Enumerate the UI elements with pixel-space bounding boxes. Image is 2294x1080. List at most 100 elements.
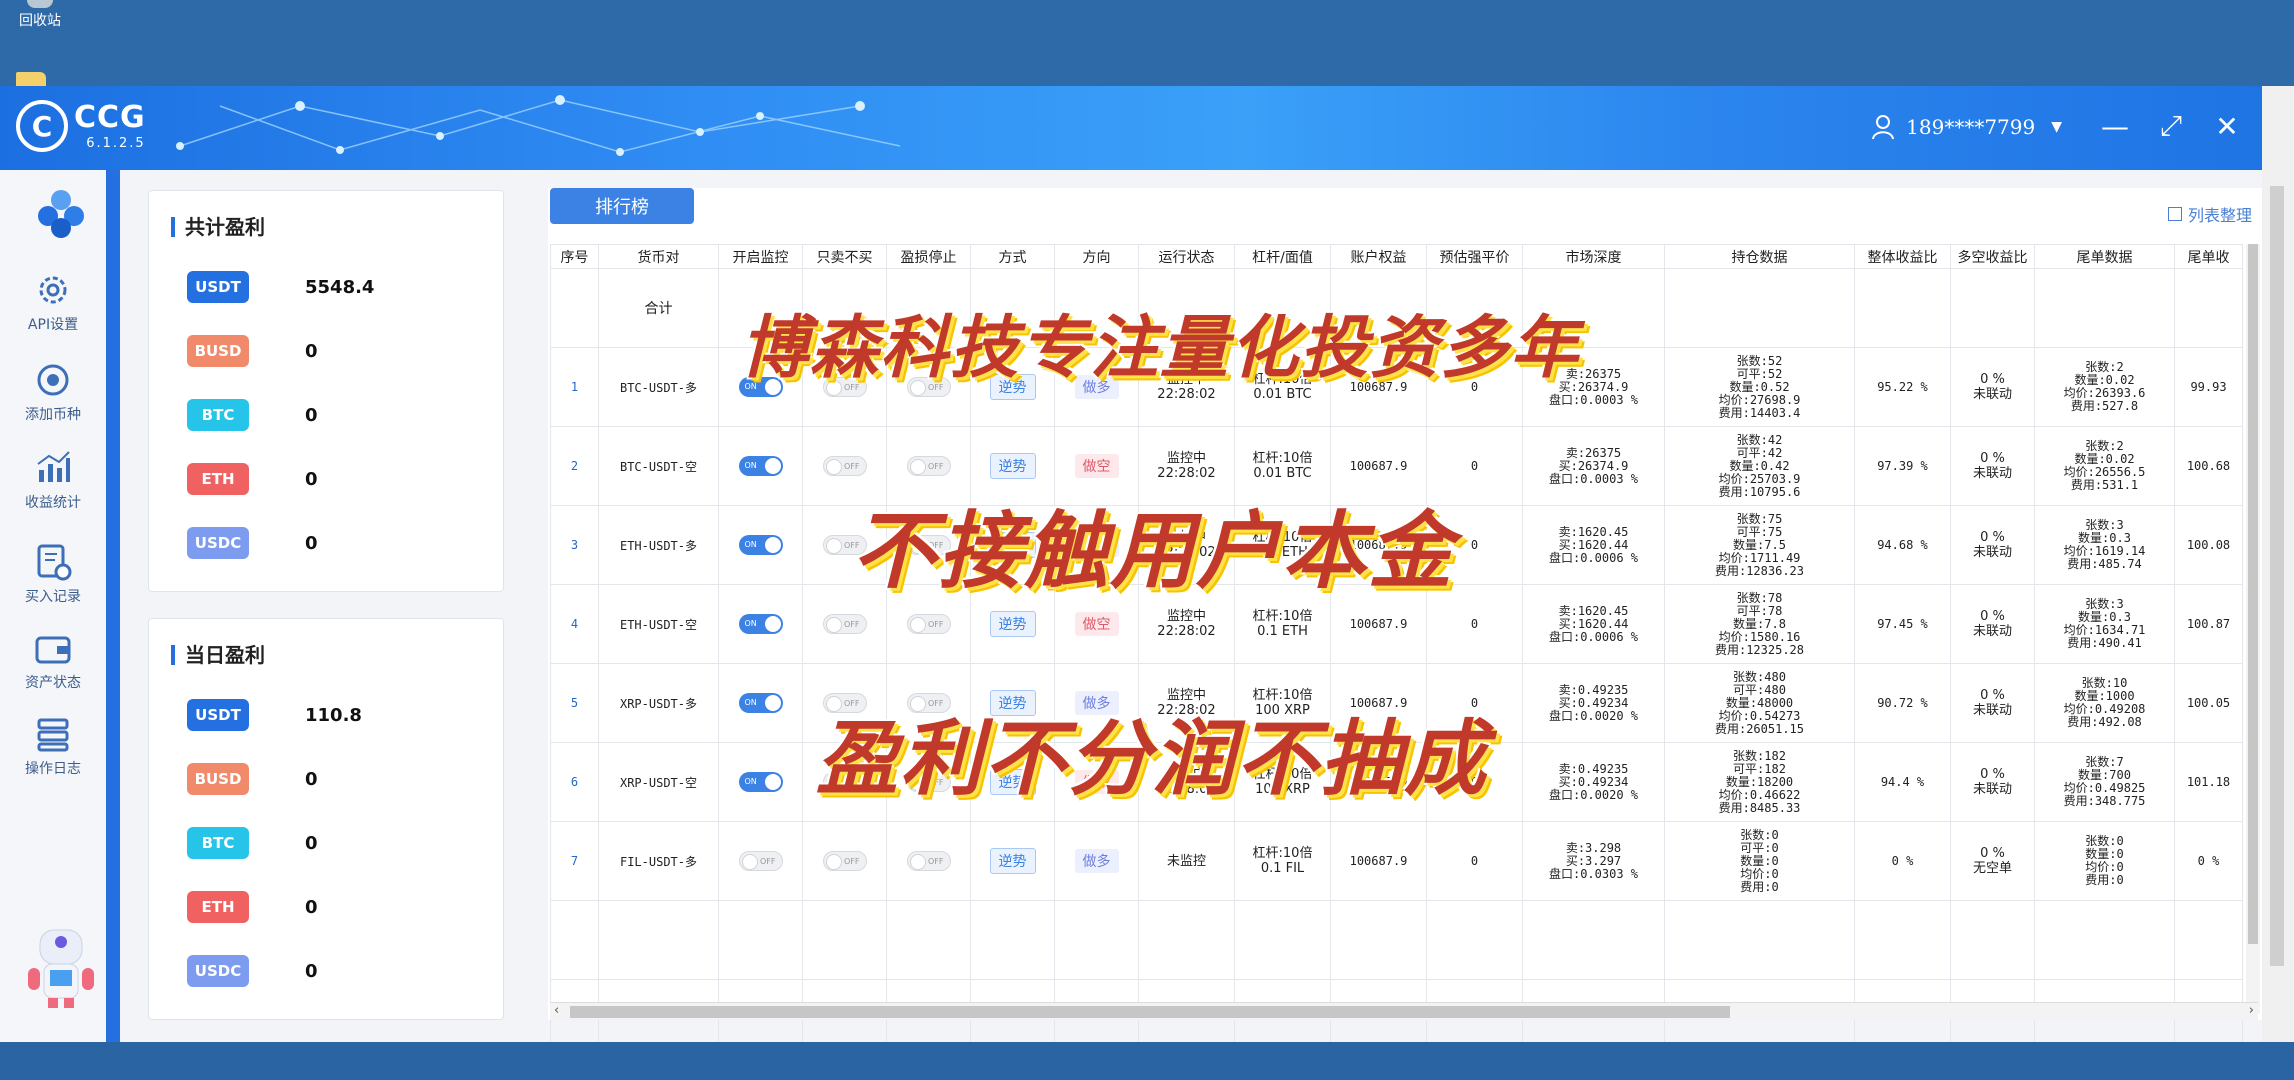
monitor-toggle[interactable]: ON <box>738 456 783 476</box>
position-cell: 张数:182 可平:182 数量:18200 均价:0.46622 费用:8485.33 <box>1664 742 1855 822</box>
stop-loss-toggle[interactable]: OFF <box>906 851 951 871</box>
horizontal-scroll-thumb[interactable] <box>570 1006 1730 1018</box>
outer-scroll-thumb[interactable] <box>2270 186 2284 966</box>
direction-tag[interactable]: 做空 <box>1074 612 1119 636</box>
tail-return-cell: 100.08 <box>2174 505 2243 585</box>
daily-profit-title: 当日盈利 <box>171 645 265 665</box>
daily-profit-panel: 当日盈利 USDT 110.8 BUSD 0 BTC 0 ETH 0 USDC … <box>148 618 504 1020</box>
vertical-scroll-thumb[interactable] <box>2248 244 2258 944</box>
ranking-button[interactable]: 排行榜 <box>550 188 694 224</box>
column-header: 尾单收 <box>2174 244 2243 269</box>
column-header: 开启监控 <box>718 244 803 269</box>
run-status: 未监控 <box>1140 854 1234 869</box>
pair-cell: BTC-USDT-多 <box>598 347 719 427</box>
stop-loss-toggle[interactable]: OFF <box>906 614 951 634</box>
leverage-line: 0.1 FIL <box>1260 861 1305 876</box>
long-short-line: 未联动 <box>1972 782 2012 797</box>
coin-value: 0 <box>305 404 318 426</box>
minimize-button[interactable]: — <box>2100 108 2130 144</box>
total-row-usdc: USDC 0 <box>187 527 318 559</box>
position-data-line: 张数:52 <box>1736 353 1783 368</box>
monitor-toggle-cell: OFF <box>718 821 803 901</box>
depth-cell: 卖:0.49235 买:0.49234 盘口:0.0020 % <box>1522 742 1665 822</box>
user-menu[interactable]: 189****7799 ▼ <box>1872 114 2062 140</box>
market-depth-line: 盘口:0.0303 % <box>1548 866 1639 881</box>
coin-pill-usdt: USDT <box>187 271 249 303</box>
monitor-toggle[interactable]: OFF <box>738 851 783 871</box>
direction-tag[interactable]: 做多 <box>1074 849 1119 873</box>
close-button[interactable]: ✕ <box>2212 108 2242 144</box>
vertical-scrollbar[interactable] <box>2246 244 2260 1014</box>
coin-pill-usdc: USDC <box>187 955 249 987</box>
sell-only-toggle[interactable]: OFF <box>822 614 867 634</box>
nav-profit-stats[interactable]: 收益统计 <box>0 448 106 512</box>
long-short-line: 未联动 <box>1972 387 2012 402</box>
brand-flower-icon <box>38 190 84 238</box>
recycle-bin-icon[interactable]: 回收站 <box>10 0 70 30</box>
user-icon <box>1872 115 1895 140</box>
tail-data-line: 费用:492.08 <box>2067 715 2142 729</box>
column-header: 账户权益 <box>1330 244 1427 269</box>
position-data-line: 数量:18200 <box>1725 774 1794 789</box>
sell-only-toggle[interactable]: OFF <box>822 456 867 476</box>
position-data-line: 费用:14403.4 <box>1718 405 1801 420</box>
daily-row-eth: ETH 0 <box>187 891 318 923</box>
sell-only-toggle[interactable]: OFF <box>822 851 867 871</box>
stop-loss-toggle[interactable]: OFF <box>906 456 951 476</box>
market-depth-line: 买:26374.9 <box>1558 458 1629 473</box>
nav-api-settings[interactable]: API设置 <box>0 270 106 334</box>
seq-cell: 5 <box>550 663 599 743</box>
monitor-toggle[interactable]: ON <box>738 693 783 713</box>
list-organize-button[interactable]: 列表整理 <box>2167 202 2252 226</box>
coin-target-icon <box>37 364 69 396</box>
mode-tag[interactable]: 逆势 <box>989 848 1036 874</box>
leverage-line: 0.1 ETH <box>1257 624 1308 639</box>
coin-value: 0 <box>305 532 318 554</box>
long-short: 0 % 未联动 <box>1952 451 2034 481</box>
nav-asset-status[interactable]: 资产状态 <box>0 628 106 692</box>
tail-cell: 张数:3 数量:0.3 均价:1634.71 费用:490.41 <box>2034 584 2175 664</box>
nav-label: 收益统计 <box>25 495 81 511</box>
horizontal-scrollbar[interactable]: ‹ › <box>550 1002 2258 1020</box>
position-cell: 张数:480 可平:480 数量:48000 均价:0.54273 费用:26051.1… <box>1664 663 1855 743</box>
tail-return-cell: 0 % <box>2174 821 2243 901</box>
long-short-cell: 0 % 无空单 <box>1950 821 2035 901</box>
pair-cell: XRP-USDT-多 <box>598 663 719 743</box>
tail-data-line: 费用:348.775 <box>2063 794 2146 808</box>
tail-data: 张数:2 数量:0.02 均价:26393.6 费用:527.8 <box>2036 361 2174 413</box>
nav-operation-log[interactable]: 操作日志 <box>0 714 106 778</box>
robot-mascot-icon <box>28 929 94 1008</box>
market-depth-line: 买:1620.44 <box>1558 616 1629 631</box>
long-short-line: 0 % <box>1980 846 2005 861</box>
monitor-toggle[interactable]: ON <box>738 614 783 634</box>
column-header: 杠杆/面值 <box>1234 244 1331 269</box>
coin-value: 0 <box>305 340 318 362</box>
outer-scrollbar[interactable] <box>2262 86 2294 1042</box>
market-depth-line: 盘口:0.0006 % <box>1548 629 1639 644</box>
equity-cell: 100687.9 <box>1330 821 1427 901</box>
mode-tag[interactable]: 逆势 <box>989 611 1036 637</box>
market-depth: 卖:1620.45 买:1620.44 盘口:0.0006 % <box>1524 604 1664 644</box>
scroll-left-icon[interactable]: ‹ <box>554 1003 559 1018</box>
long-short-line: 0 % <box>1980 688 2005 703</box>
folder-icon[interactable] <box>16 72 46 86</box>
bar-chart-icon <box>37 451 70 482</box>
nav-buy-records[interactable]: 买入记录 <box>0 542 106 606</box>
market-depth-line: 卖:26375 <box>1565 445 1622 460</box>
position-data-line: 费用:26051.15 <box>1714 721 1805 736</box>
position-data: 张数:480 可平:480 数量:48000 均价:0.54273 费用:26051.1… <box>1666 670 1854 736</box>
app-name: CCG <box>74 99 146 135</box>
column-header: 货币对 <box>598 244 719 269</box>
scroll-right-icon[interactable]: › <box>2249 1003 2254 1018</box>
leverage-line: 0.01 BTC <box>1253 466 1312 481</box>
nav-add-coin[interactable]: 添加币种 <box>0 360 106 424</box>
coin-value: 0 <box>305 468 318 490</box>
tail-return-cell: 100.68 <box>2174 426 2243 506</box>
position-data-line: 均价:0.46622 <box>1718 787 1801 802</box>
tail-return-cell: 100.05 <box>2174 663 2243 743</box>
maximize-button[interactable]: ⤢ <box>2156 108 2186 144</box>
direction-tag[interactable]: 做空 <box>1074 454 1119 478</box>
monitor-toggle[interactable]: ON <box>738 535 783 555</box>
mode-tag[interactable]: 逆势 <box>989 453 1036 479</box>
monitor-toggle[interactable]: ON <box>738 772 783 792</box>
